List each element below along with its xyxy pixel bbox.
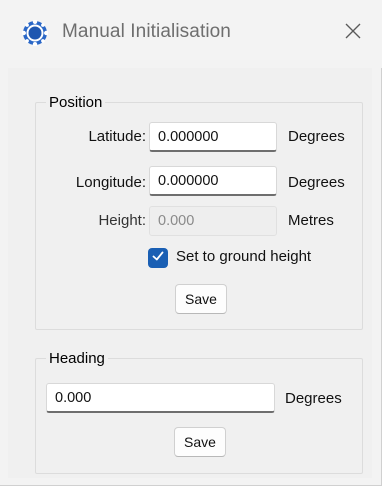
app-globe-icon bbox=[21, 19, 49, 47]
position-save-button[interactable]: Save bbox=[175, 284, 227, 314]
checkmark-icon bbox=[151, 249, 165, 268]
longitude-label: Longitude: bbox=[75, 174, 146, 191]
position-group-legend: Position bbox=[49, 94, 103, 111]
latitude-unit: Degrees bbox=[288, 128, 345, 145]
height-label: Height: bbox=[98, 212, 146, 229]
dialog-content: Position Latitude: Degrees Longitude: De… bbox=[8, 68, 372, 478]
heading-unit: Degrees bbox=[285, 390, 342, 407]
latitude-label: Latitude: bbox=[88, 128, 146, 145]
ground-height-label[interactable]: Set to ground height bbox=[176, 248, 311, 265]
close-button[interactable] bbox=[338, 18, 368, 48]
longitude-input[interactable] bbox=[149, 166, 277, 196]
latitude-input[interactable] bbox=[149, 122, 277, 152]
manual-initialisation-dialog: Manual Initialisation Position Latitude:… bbox=[0, 0, 382, 486]
heading-input[interactable] bbox=[46, 383, 275, 413]
close-icon bbox=[344, 22, 362, 45]
heading-group-legend: Heading bbox=[49, 350, 105, 367]
ground-height-checkbox[interactable] bbox=[148, 248, 168, 268]
height-input[interactable] bbox=[149, 206, 277, 236]
title-bar: Manual Initialisation bbox=[0, 0, 382, 68]
window-title: Manual Initialisation bbox=[62, 21, 231, 42]
longitude-unit: Degrees bbox=[288, 174, 345, 191]
height-unit: Metres bbox=[288, 212, 334, 229]
heading-save-button[interactable]: Save bbox=[174, 427, 226, 457]
